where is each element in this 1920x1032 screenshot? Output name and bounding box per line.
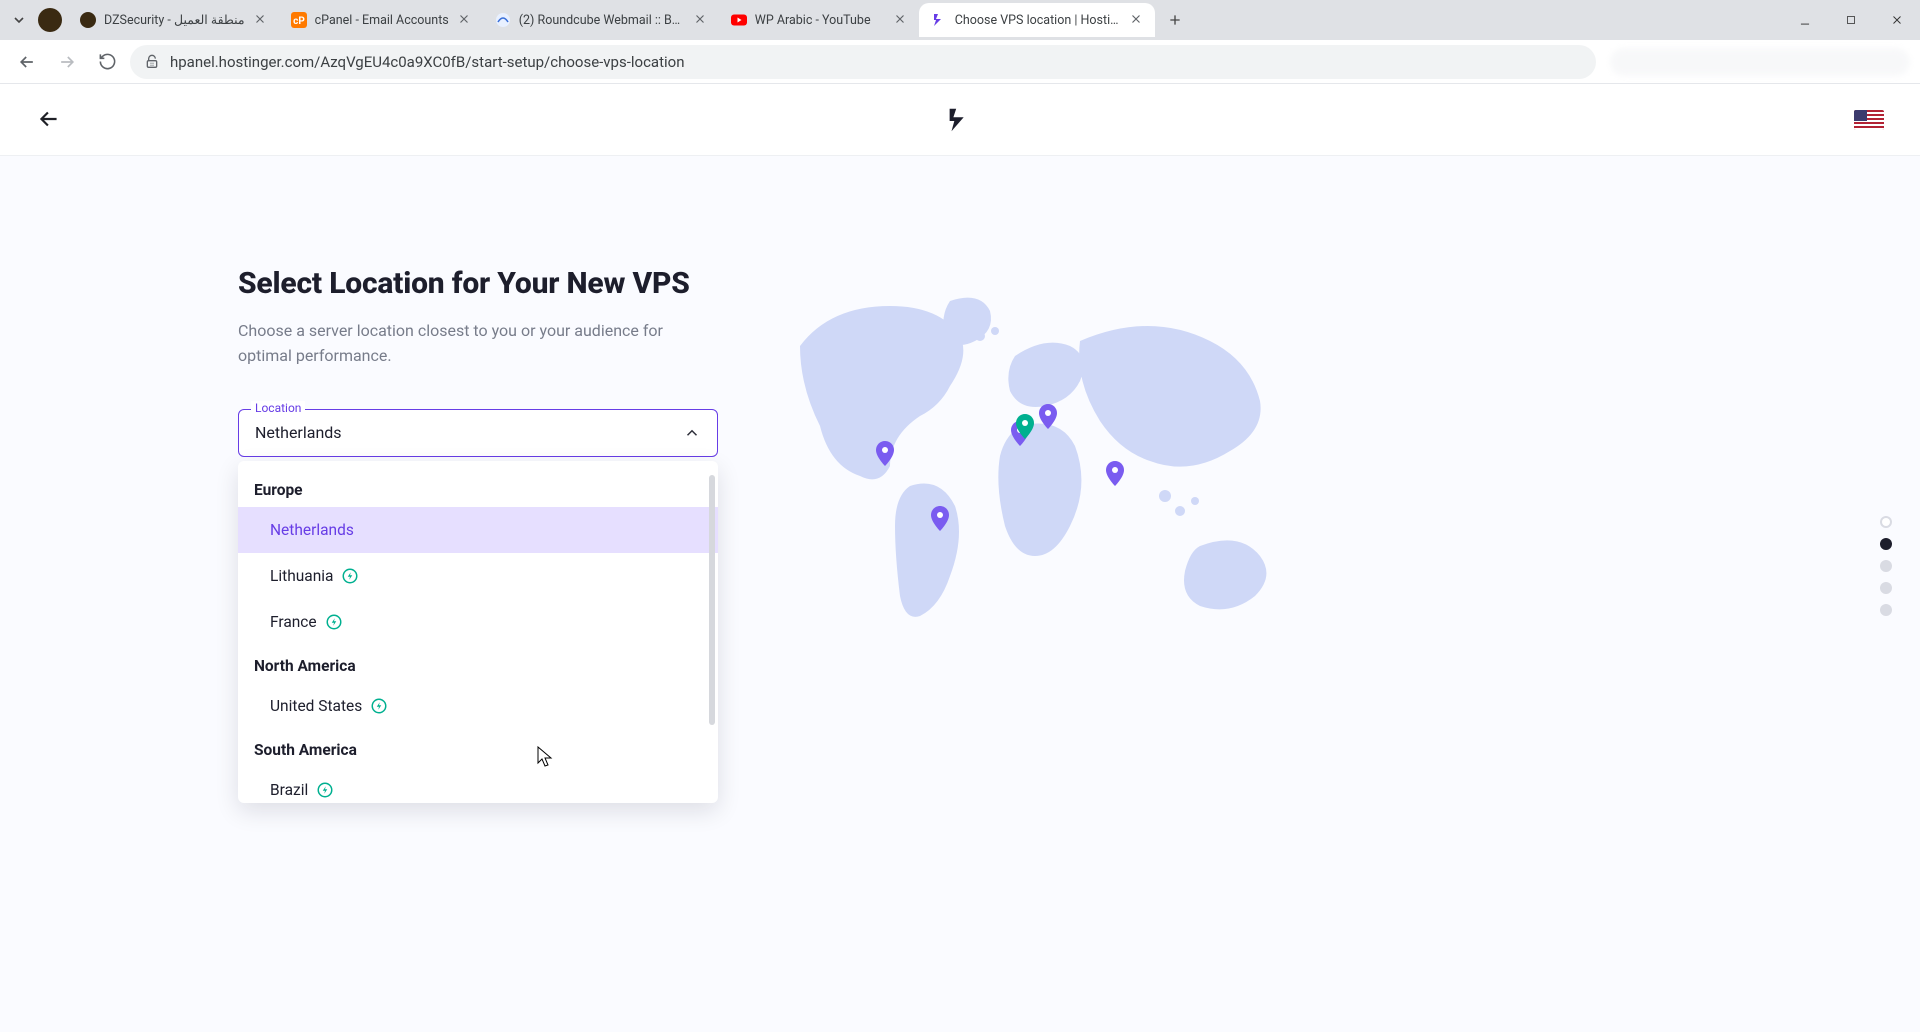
browser-tab[interactable]: Choose VPS location | Hostinger: [919, 3, 1155, 37]
hpanel-back-button[interactable]: [36, 106, 64, 134]
profile-avatar-icon: [38, 8, 62, 32]
minimize-button[interactable]: [1782, 0, 1828, 40]
dropdown-item-label: United States: [270, 697, 362, 715]
browser-tab[interactable]: WP Arabic - YouTube: [719, 3, 919, 37]
tab-favicon-icon: [931, 12, 947, 28]
tab-title: DZSecurity - منطقة العميل: [104, 12, 245, 28]
maximize-button[interactable]: [1828, 0, 1874, 40]
forward-button[interactable]: [50, 45, 84, 79]
dropdown-item-label: France: [270, 613, 317, 631]
dropdown-group-header: Europe: [238, 469, 718, 507]
location-dropdown: Europe Netherlands Lithuania France: [238, 461, 718, 803]
left-column: Select Location for Your New VPS Choose …: [238, 266, 718, 457]
dropdown-group-header: North America: [238, 645, 718, 683]
step-dot: [1880, 582, 1892, 594]
browser-tab[interactable]: DZSecurity - منطقة العميل: [68, 3, 279, 37]
tab-strip: DZSecurity - منطقة العميل cP cPanel - Em…: [0, 0, 1920, 40]
close-icon[interactable]: [1129, 12, 1145, 28]
site-info-icon[interactable]: [144, 54, 160, 70]
tab-favicon-icon: [80, 12, 96, 28]
step-dot: [1880, 604, 1892, 616]
tab-favicon-icon: cP: [291, 12, 307, 28]
tab-title: WP Arabic - YouTube: [755, 13, 885, 28]
tab-search-chevron-icon: [10, 11, 28, 29]
dropdown-item-lithuania[interactable]: Lithuania: [238, 553, 718, 599]
select-value: Netherlands: [255, 423, 342, 442]
content: Select Location for Your New VPS Choose …: [0, 156, 1920, 1032]
address-bar[interactable]: hpanel.hostinger.com/AzqVgEU4c0a9XC0fB/s…: [130, 45, 1596, 79]
hpanel-header: [0, 84, 1920, 156]
url-text: hpanel.hostinger.com/AzqVgEU4c0a9XC0fB/s…: [170, 53, 684, 71]
browser-tab[interactable]: cP cPanel - Email Accounts: [279, 3, 483, 37]
tab-favicon-icon: [731, 12, 747, 28]
dropdown-item-label: Lithuania: [270, 567, 333, 585]
page: Select Location for Your New VPS Choose …: [0, 84, 1920, 1032]
location-select[interactable]: Location Netherlands: [238, 409, 718, 457]
tab-favicon-icon: [495, 12, 511, 28]
tab-title: (2) Roundcube Webmail :: Boîte: [519, 13, 685, 28]
step-dot: [1880, 516, 1892, 528]
dropdown-item-france[interactable]: France: [238, 599, 718, 645]
green-energy-icon: [316, 781, 334, 799]
close-icon[interactable]: [457, 12, 473, 28]
back-button[interactable]: [10, 45, 44, 79]
progress-stepper: [1880, 516, 1892, 616]
browser-chrome: DZSecurity - منطقة العميل cP cPanel - Em…: [0, 0, 1920, 84]
dropdown-group-header: South America: [238, 729, 718, 767]
new-tab-button[interactable]: [1161, 6, 1189, 34]
page-title: Select Location for Your New VPS: [238, 266, 718, 301]
reload-button[interactable]: [90, 45, 124, 79]
dropdown-item-netherlands[interactable]: Netherlands: [238, 507, 718, 553]
close-icon[interactable]: [693, 12, 709, 28]
extensions-area[interactable]: [1610, 48, 1910, 76]
location-select-wrap: Location Netherlands Europe Netherlands: [238, 409, 718, 457]
green-energy-icon: [341, 567, 359, 585]
page-subtitle: Choose a server location closest to you …: [238, 319, 678, 369]
dropdown-item-label: Brazil: [270, 781, 308, 799]
dropdown-item-united-states[interactable]: United States: [238, 683, 718, 729]
scrollbar[interactable]: [709, 475, 715, 725]
tab-title: cPanel - Email Accounts: [315, 13, 449, 28]
chevron-up-icon: [683, 424, 701, 442]
close-icon[interactable]: [893, 12, 909, 28]
world-map: [770, 286, 1310, 656]
browser-tab[interactable]: (2) Roundcube Webmail :: Boîte: [483, 3, 719, 37]
select-label: Location: [251, 401, 305, 415]
dropdown-item-label: Netherlands: [270, 521, 354, 539]
step-dot: [1880, 538, 1892, 550]
browser-toolbar: hpanel.hostinger.com/AzqVgEU4c0a9XC0fB/s…: [0, 40, 1920, 84]
green-energy-icon: [325, 613, 343, 631]
language-flag-button[interactable]: [1854, 110, 1884, 130]
tab-title: Choose VPS location | Hostinger: [955, 13, 1121, 28]
close-window-button[interactable]: [1874, 0, 1920, 40]
svg-text:cP: cP: [293, 16, 305, 27]
window-controls: [1782, 0, 1920, 40]
step-dot: [1880, 560, 1892, 572]
close-icon[interactable]: [253, 12, 269, 28]
tab-search-area[interactable]: [6, 8, 68, 32]
dropdown-item-brazil[interactable]: Brazil: [238, 767, 718, 803]
green-energy-icon: [370, 697, 388, 715]
hostinger-logo-icon: [944, 105, 974, 135]
